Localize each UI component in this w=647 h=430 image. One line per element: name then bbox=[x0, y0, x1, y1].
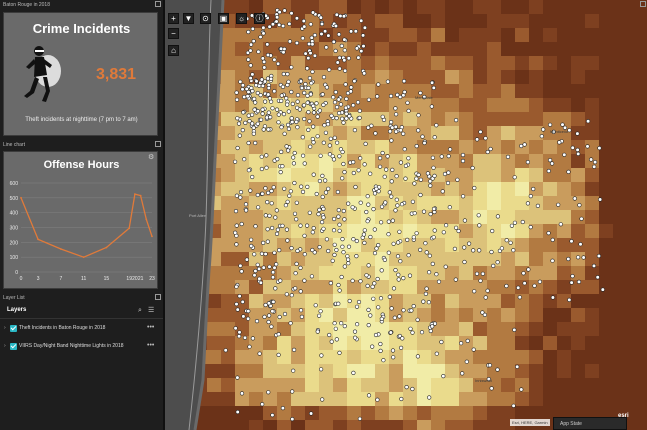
nighttime-lights-layer bbox=[165, 0, 647, 430]
layer-list-panel: Layer List Layers ⌕ ☰ › Theft Incidents … bbox=[0, 293, 163, 430]
incidents-value: 3,831 bbox=[96, 66, 137, 83]
panel-header-title: Line chart bbox=[3, 142, 25, 148]
maximize-icon[interactable] bbox=[155, 294, 161, 300]
data-point bbox=[59, 248, 62, 250]
y-tick-label: 200 bbox=[10, 240, 19, 246]
data-point bbox=[145, 218, 148, 221]
map-label-monticello: Monticello bbox=[550, 129, 569, 134]
expand-icon[interactable]: › bbox=[4, 323, 6, 334]
more-options-icon[interactable]: ••• bbox=[147, 340, 154, 351]
map-label-merrydale: Merrydale bbox=[415, 95, 433, 100]
gear-icon[interactable]: ⚙ bbox=[148, 154, 154, 161]
data-point bbox=[151, 235, 153, 238]
map-label-port-allen: Port Allen bbox=[189, 213, 207, 218]
filter-button[interactable]: ▼ bbox=[183, 13, 194, 24]
incidents-card: Crime Incidents 3,831 Theft incidents at… bbox=[3, 12, 158, 136]
panel-header-title: Layer List bbox=[3, 295, 25, 301]
panel-header: Line chart bbox=[0, 140, 163, 150]
search-icon[interactable]: ⌕ bbox=[138, 307, 142, 315]
esri-logo: esri bbox=[618, 413, 629, 419]
app-state-button[interactable]: App State bbox=[553, 417, 627, 430]
x-tick-label: 23 bbox=[149, 276, 155, 282]
panel-header: Layer List bbox=[0, 293, 163, 303]
y-tick-label: 500 bbox=[10, 196, 19, 202]
select-button[interactable]: ⊙ bbox=[200, 13, 211, 24]
zoom-in-button[interactable]: + bbox=[168, 13, 179, 24]
x-tick-label: 21 bbox=[138, 276, 144, 282]
panel-header-title: Baton Rouge in 2018 bbox=[3, 2, 50, 8]
line-chart-panel: Line chart Offense Hours ⚙ 0 100 200 300 400… bbox=[0, 140, 163, 293]
layer-label: Theft Incidents in Baton Rouge in 2018 bbox=[19, 325, 106, 331]
x-tick-label: 3 bbox=[37, 276, 40, 282]
map-attribution: Esri, HERE, Garmin bbox=[510, 419, 550, 426]
layer-label: VIIRS Day/Night Band Nighttime Lights in… bbox=[19, 343, 124, 349]
more-options-icon[interactable]: ••• bbox=[147, 322, 154, 333]
data-point bbox=[128, 227, 131, 230]
expand-icon[interactable]: › bbox=[4, 341, 6, 352]
maximize-icon[interactable] bbox=[155, 141, 161, 147]
x-tick-label: 7 bbox=[59, 276, 62, 282]
x-tick-label: 11 bbox=[81, 276, 86, 282]
maximize-icon[interactable] bbox=[155, 1, 161, 7]
left-sidebar: Baton Rouge in 2018 Crime Incidents 3,83… bbox=[0, 0, 163, 430]
filter-icon[interactable]: ☰ bbox=[148, 306, 154, 314]
data-point bbox=[37, 238, 39, 241]
data-point bbox=[134, 193, 136, 196]
map-label-inniswold: Inniswold bbox=[475, 378, 492, 383]
home-button[interactable]: ⌂ bbox=[168, 45, 179, 56]
app-root: Baton Rouge in 2018 Crime Incidents 3,83… bbox=[0, 0, 647, 430]
map-view[interactable]: Port Allen Merrydale Monticello Inniswol… bbox=[165, 0, 647, 430]
y-tick-label: 600 bbox=[10, 181, 19, 187]
x-tick-label: 15 bbox=[104, 276, 110, 282]
thief-icon bbox=[24, 46, 61, 102]
incidents-title: Crime Incidents bbox=[32, 21, 131, 36]
zoom-out-button[interactable]: − bbox=[168, 28, 179, 39]
layer-checkbox[interactable] bbox=[10, 343, 17, 350]
layers-button[interactable]: ▣ bbox=[218, 13, 229, 24]
x-tick-label: 0 bbox=[20, 276, 23, 282]
layer-item[interactable]: › VIIRS Day/Night Band Nighttime Lights … bbox=[4, 341, 161, 352]
data-point bbox=[105, 246, 108, 249]
y-tick-label: 300 bbox=[10, 226, 19, 232]
y-tick-label: 400 bbox=[10, 211, 19, 217]
info-button[interactable]: ⓘ bbox=[254, 13, 265, 24]
lightbulb-button[interactable]: ☼ bbox=[236, 13, 247, 24]
layers-toolbar: Layers ⌕ ☰ bbox=[0, 304, 163, 319]
data-point bbox=[82, 256, 85, 259]
y-tick-label: 100 bbox=[10, 255, 19, 261]
y-tick-label: 0 bbox=[15, 270, 18, 276]
crime-incidents-panel: Baton Rouge in 2018 Crime Incidents 3,83… bbox=[0, 0, 163, 140]
series-line bbox=[20, 193, 153, 258]
data-point bbox=[20, 196, 22, 199]
incidents-caption: Theft incidents at nighttime (7 pm to 7 … bbox=[25, 117, 138, 123]
data-point bbox=[139, 194, 142, 197]
maximize-icon[interactable] bbox=[640, 1, 646, 7]
chart-card: Offense Hours ⚙ 0 100 200 300 400 500 600 0 3 7 11… bbox=[3, 151, 158, 289]
panel-header: Baton Rouge in 2018 bbox=[0, 0, 163, 10]
layers-title: Layers bbox=[7, 307, 27, 313]
chart-title: Offense Hours bbox=[43, 159, 120, 171]
layer-checkbox[interactable] bbox=[10, 325, 17, 332]
map-canvas[interactable] bbox=[165, 0, 647, 430]
offense-hours-chart: 01002003004005006000 3 7 11 15 19 20 21 23 bbox=[10, 181, 155, 282]
layer-item[interactable]: › Theft Incidents in Baton Rouge in 2018… bbox=[4, 323, 161, 334]
